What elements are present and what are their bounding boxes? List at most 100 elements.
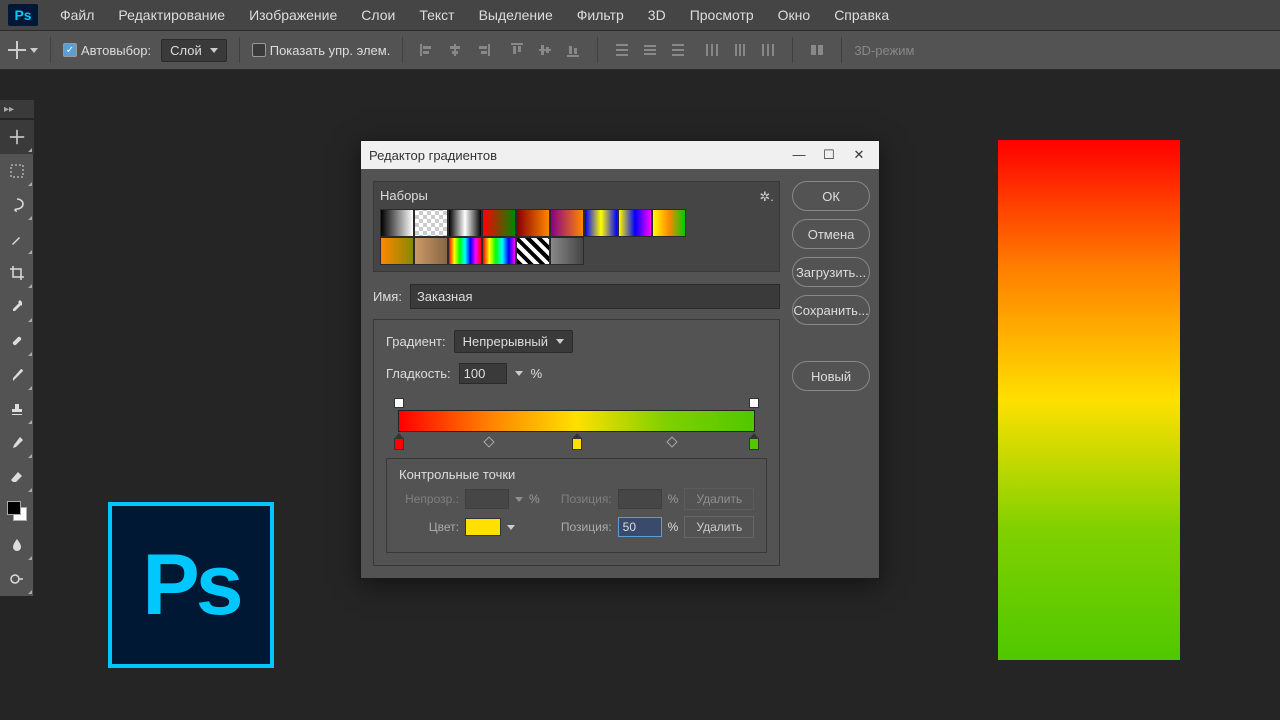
ok-button[interactable]: ОК: [792, 181, 869, 211]
distribute-top-icon[interactable]: [610, 38, 634, 62]
menu-3d[interactable]: 3D: [638, 3, 676, 27]
history-brush-tool[interactable]: [0, 426, 34, 460]
delete-color-stop[interactable]: Удалить: [684, 516, 754, 538]
align-right-icon[interactable]: [471, 38, 495, 62]
align-bottom-icon[interactable]: [561, 38, 585, 62]
magic-wand-tool[interactable]: [0, 222, 34, 256]
maximize-icon[interactable]: ☐: [817, 147, 841, 163]
fg-bg-colors[interactable]: [0, 494, 34, 528]
midpoint-1[interactable]: [483, 436, 494, 447]
distribute-right-icon[interactable]: [756, 38, 780, 62]
cancel-button[interactable]: Отмена: [792, 219, 869, 249]
new-button[interactable]: Новый: [792, 361, 869, 391]
menu-help[interactable]: Справка: [824, 3, 899, 27]
brush-tool[interactable]: [0, 358, 34, 392]
save-button[interactable]: Сохранить...: [792, 295, 869, 325]
minimize-icon[interactable]: —: [787, 147, 811, 163]
swatch-5[interactable]: [550, 209, 584, 237]
align-group-2: [505, 38, 585, 62]
gradient-preview: [998, 140, 1180, 660]
chevron-down-icon[interactable]: [515, 371, 523, 376]
align-center-h-icon[interactable]: [443, 38, 467, 62]
menu-image[interactable]: Изображение: [239, 3, 347, 27]
swatch-9[interactable]: [380, 237, 414, 265]
auto-align-icon[interactable]: [805, 38, 829, 62]
midpoint-2[interactable]: [667, 436, 678, 447]
name-input[interactable]: [410, 284, 780, 309]
ps-badge: Ps: [108, 502, 274, 668]
opacity-stop-right[interactable]: [749, 398, 759, 408]
align-top-icon[interactable]: [505, 38, 529, 62]
healing-tool[interactable]: [0, 324, 34, 358]
distribute-bottom-icon[interactable]: [666, 38, 690, 62]
crop-tool[interactable]: [0, 256, 34, 290]
swatch-2[interactable]: [448, 209, 482, 237]
swatch-3[interactable]: [482, 209, 516, 237]
distribute-vcenter-icon[interactable]: [638, 38, 662, 62]
color-stop-1[interactable]: [572, 438, 582, 450]
menu-filter[interactable]: Фильтр: [567, 3, 634, 27]
gradient-bar[interactable]: [386, 394, 767, 450]
load-button[interactable]: Загрузить...: [792, 257, 869, 287]
gradient-type-label: Градиент:: [386, 334, 446, 349]
swatch-14[interactable]: [550, 237, 584, 265]
app-logo: Ps: [8, 4, 38, 26]
dialog-title: Редактор градиентов: [369, 148, 497, 163]
menu-layers[interactable]: Слои: [351, 3, 405, 27]
gradient-type-select[interactable]: Непрерывный: [454, 330, 573, 353]
color-stop-0[interactable]: [394, 438, 404, 450]
close-icon[interactable]: ✕: [847, 147, 871, 163]
move-tool[interactable]: [0, 120, 34, 154]
distribute-left-icon[interactable]: [700, 38, 724, 62]
name-label: Имя:: [373, 289, 402, 304]
menu-edit[interactable]: Редактирование: [108, 3, 235, 27]
swatch-4[interactable]: [516, 209, 550, 237]
align-group-1: [415, 38, 495, 62]
menubar: Ps Файл Редактирование Изображение Слои …: [0, 0, 1280, 30]
swatch-10[interactable]: [414, 237, 448, 265]
color-label: Цвет:: [399, 520, 459, 534]
lasso-tool[interactable]: [0, 188, 34, 222]
show-transform-toggle[interactable]: Показать упр. элем.: [252, 43, 391, 58]
menu-text[interactable]: Текст: [409, 3, 464, 27]
auto-select-type[interactable]: Слой: [161, 39, 227, 62]
swatch-0[interactable]: [380, 209, 414, 237]
dialog-titlebar[interactable]: Редактор градиентов — ☐ ✕: [361, 141, 879, 169]
swatch-11[interactable]: [448, 237, 482, 265]
eraser-tool[interactable]: [0, 460, 34, 494]
chevron-down-icon[interactable]: [507, 525, 515, 530]
menu-view[interactable]: Просмотр: [680, 3, 764, 27]
presets-panel: Наборы ✲.: [373, 181, 780, 272]
opacity-position-input: [618, 489, 662, 509]
eyedropper-tool[interactable]: [0, 290, 34, 324]
marquee-tool[interactable]: [0, 154, 34, 188]
swatch-7[interactable]: [618, 209, 652, 237]
distribute-hcenter-icon[interactable]: [728, 38, 752, 62]
color-position-input[interactable]: [618, 517, 662, 537]
align-center-v-icon[interactable]: [533, 38, 557, 62]
smoothness-input[interactable]: [459, 363, 507, 384]
control-points-title: Контрольные точки: [399, 467, 754, 482]
gear-icon[interactable]: ✲.: [759, 189, 773, 203]
tool-indicator[interactable]: [8, 41, 38, 59]
align-left-icon[interactable]: [415, 38, 439, 62]
swatch-1[interactable]: [414, 209, 448, 237]
swatch-13[interactable]: [516, 237, 550, 265]
menu-select[interactable]: Выделение: [469, 3, 563, 27]
swatch-8[interactable]: [652, 209, 686, 237]
3d-mode-label: 3D-режим: [854, 43, 914, 58]
swatch-12[interactable]: [482, 237, 516, 265]
blur-tool[interactable]: [0, 528, 34, 562]
swatch-6[interactable]: [584, 209, 618, 237]
stamp-tool[interactable]: [0, 392, 34, 426]
color-stop-2[interactable]: [749, 438, 759, 450]
color-chip[interactable]: [465, 518, 501, 536]
opacity-stop-left[interactable]: [394, 398, 404, 408]
expand-panels[interactable]: ▸▸: [0, 100, 34, 118]
menu-window[interactable]: Окно: [768, 3, 821, 27]
control-points: Контрольные точки Непрозр.: % Позиция: %…: [386, 458, 767, 553]
opacity-input: [465, 489, 509, 509]
auto-select-toggle[interactable]: Автовыбор:: [63, 43, 151, 58]
dodge-tool[interactable]: [0, 562, 34, 596]
menu-file[interactable]: Файл: [50, 3, 104, 27]
